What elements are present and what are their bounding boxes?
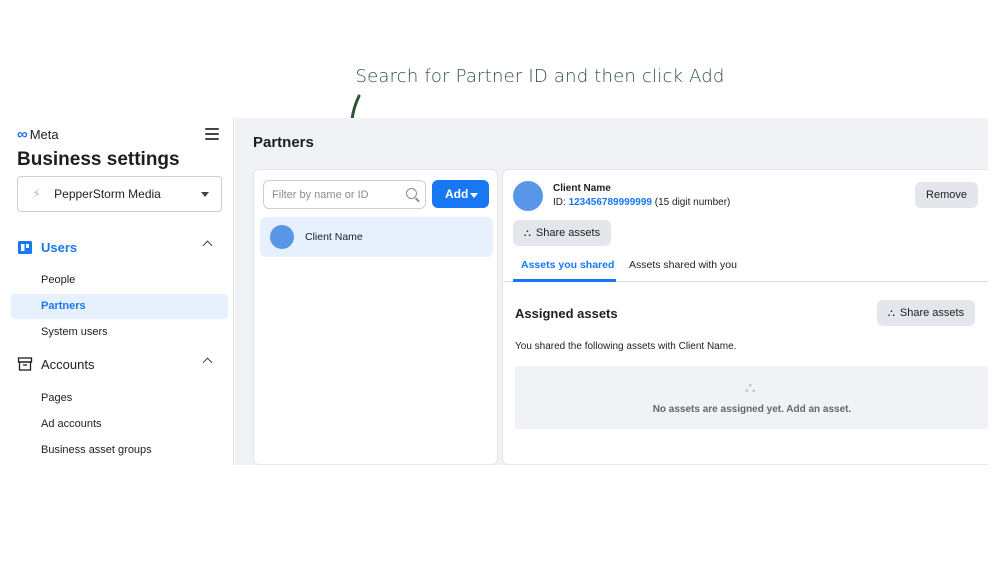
sidebar-item-pages[interactable]: Pages	[41, 392, 72, 404]
page-title: Business settings	[17, 149, 180, 170]
chevron-up-icon	[202, 357, 213, 368]
list-item[interactable]: Client Name	[260, 217, 493, 257]
remove-button[interactable]: Remove	[915, 182, 978, 208]
instruction-caption: Search for Partner ID and then click Add	[355, 66, 725, 87]
empty-assets-state: ⛬ No assets are assigned yet. Add an ass…	[515, 366, 988, 429]
business-selector[interactable]: ⚡ PepperStorm Media	[17, 176, 222, 212]
search-icon	[406, 188, 417, 199]
partner-id: ID: 123456789999999 (15 digit number)	[553, 197, 731, 208]
users-icon	[18, 241, 32, 254]
archive-icon	[17, 357, 33, 371]
partner-name: Client Name	[553, 183, 611, 194]
chevron-up-icon	[202, 240, 213, 251]
tab-assets-shared-with-you[interactable]: Assets shared with you	[629, 259, 737, 271]
main-content: Partners Filter by name or ID Add Client…	[235, 118, 988, 465]
sidebar: ∞ Meta Business settings ⚡ PepperStorm M…	[0, 118, 234, 465]
tab-assets-you-shared[interactable]: Assets you shared	[521, 259, 614, 271]
sidebar-item-ad-accounts[interactable]: Ad accounts	[41, 418, 102, 430]
avatar	[513, 181, 543, 211]
shared-assets-description: You shared the following assets with Cli…	[515, 341, 737, 352]
meta-logo: ∞ Meta	[17, 126, 59, 143]
menu-icon[interactable]	[205, 128, 219, 140]
sidebar-item-partners[interactable]: Partners	[41, 300, 86, 312]
partners-title: Partners	[253, 134, 314, 151]
filter-input[interactable]: Filter by name or ID	[263, 180, 426, 209]
section-accounts[interactable]: Accounts	[17, 356, 217, 372]
meta-infinity-icon: ∞	[17, 126, 28, 143]
share-icon: ⛬	[523, 227, 531, 239]
chevron-down-icon	[470, 193, 478, 198]
client-name: Client Name	[305, 231, 363, 243]
tab-bar: Assets you shared Assets shared with you	[503, 254, 988, 282]
share-assets-button[interactable]: ⛬ Share assets	[513, 220, 611, 246]
partner-detail-panel: Client Name ID: 123456789999999 (15 digi…	[502, 169, 988, 465]
lightning-icon: ⚡	[32, 186, 42, 201]
partner-list-panel: Filter by name or ID Add Client Name	[253, 169, 498, 465]
sidebar-item-people[interactable]: People	[41, 274, 75, 286]
business-name: PepperStorm Media	[54, 187, 161, 201]
chevron-down-icon	[201, 192, 209, 197]
add-button[interactable]: Add	[432, 180, 489, 208]
avatar	[270, 225, 294, 249]
active-tab-indicator	[513, 279, 616, 282]
share-icon: ⛬	[745, 379, 756, 396]
sidebar-item-system-users[interactable]: System users	[41, 326, 108, 338]
empty-assets-message: No assets are assigned yet. Add an asset…	[652, 404, 852, 415]
share-icon: ⛬	[887, 307, 895, 319]
assigned-assets-heading: Assigned assets	[515, 306, 618, 321]
share-assets-button-secondary[interactable]: ⛬ Share assets	[877, 300, 975, 326]
sidebar-item-business-asset-groups[interactable]: Business asset groups	[41, 444, 152, 456]
section-users[interactable]: Users	[17, 239, 217, 255]
